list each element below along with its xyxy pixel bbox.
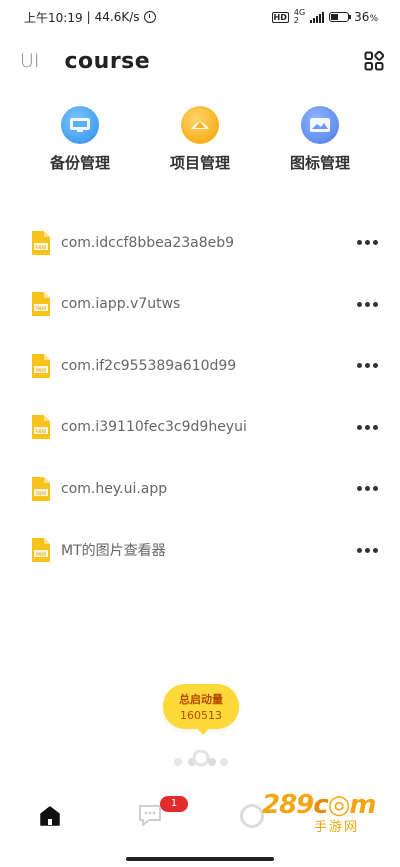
more-icon[interactable] bbox=[357, 301, 378, 307]
mascot-icon bbox=[174, 750, 228, 767]
project-name: com.idccf8bbea23a8eb9 bbox=[61, 234, 235, 251]
launch-counter-bubble[interactable]: 总启动量 160513 bbox=[163, 684, 239, 735]
project-name: com.if2c955389a610d99 bbox=[61, 357, 237, 374]
svg-text:iapp: iapp bbox=[36, 429, 47, 435]
project-name: MT的图片查看器 bbox=[61, 543, 166, 560]
project-name: com.hey.ui.app bbox=[61, 480, 168, 497]
svg-text:iapp: iapp bbox=[36, 244, 47, 250]
message-icon[interactable] bbox=[137, 802, 163, 828]
shortcut-label: 项目管理 bbox=[169, 154, 230, 172]
list-item[interactable]: iapp com.if2c955389a610d99 bbox=[0, 335, 400, 397]
watermark-logo: 289c◎m 手游网 bbox=[262, 790, 392, 840]
image-icon bbox=[301, 106, 339, 144]
status-separator: | bbox=[86, 10, 91, 24]
shortcut-project[interactable]: 项目管理 bbox=[150, 106, 250, 176]
launch-counter-title: 总启动量 bbox=[179, 693, 223, 706]
network-type-bottom: 2 bbox=[293, 16, 299, 25]
svg-text:iapp: iapp bbox=[36, 552, 47, 558]
signal-icon bbox=[310, 11, 325, 23]
shortcut-icon-manager[interactable]: 图标管理 bbox=[270, 106, 370, 176]
list-item[interactable]: iapp com.i39110fec3c9d9heyui bbox=[0, 397, 400, 459]
battery-percent: 36% bbox=[354, 10, 378, 24]
network-speed: 44.6K/s bbox=[94, 10, 140, 24]
shortcut-bar: 备份管理 项目管理 图标管理 bbox=[0, 106, 400, 176]
project-name: com.i39110fec3c9d9heyui bbox=[61, 419, 247, 436]
profile-icon[interactable] bbox=[240, 804, 264, 828]
grid-icon[interactable] bbox=[364, 50, 385, 71]
watermark-bottom: 手游网 bbox=[314, 820, 360, 835]
list-item[interactable]: iapp MT的图片查看器 bbox=[0, 520, 400, 582]
home-icon[interactable] bbox=[38, 804, 62, 828]
shortcut-label: 备份管理 bbox=[49, 154, 110, 172]
file-icon: iapp bbox=[32, 476, 50, 501]
header: UI course bbox=[20, 44, 385, 78]
project-icon bbox=[181, 106, 219, 144]
more-icon[interactable] bbox=[357, 486, 378, 492]
svg-text:iapp: iapp bbox=[36, 306, 47, 312]
hd-badge: HD bbox=[271, 11, 289, 23]
list-item[interactable]: iapp com.idccf8bbea23a8eb9 bbox=[0, 212, 400, 274]
project-name: com.iapp.v7utws bbox=[61, 296, 181, 313]
launch-counter-count: 160513 bbox=[180, 709, 222, 722]
home-indicator[interactable] bbox=[126, 857, 274, 861]
project-list: iapp com.idccf8bbea23a8eb9 iapp com.iapp… bbox=[0, 212, 400, 581]
tab-ui[interactable]: UI bbox=[20, 50, 40, 72]
more-icon[interactable] bbox=[357, 240, 378, 246]
status-right: HD 4G 2 36% bbox=[271, 9, 378, 25]
status-left: 上午10:19 | 44.6K/s bbox=[24, 9, 156, 26]
network-type: 4G 2 bbox=[294, 9, 305, 25]
status-time: 上午10:19 bbox=[24, 10, 83, 25]
list-item[interactable]: iapp com.iapp.v7utws bbox=[0, 274, 400, 336]
more-icon[interactable] bbox=[357, 547, 378, 553]
file-icon: iapp bbox=[32, 415, 50, 440]
file-icon: iapp bbox=[32, 353, 50, 378]
shortcut-label: 图标管理 bbox=[289, 154, 350, 172]
alarm-icon bbox=[143, 11, 156, 23]
list-item[interactable]: iapp com.hey.ui.app bbox=[0, 458, 400, 520]
file-icon: iapp bbox=[32, 230, 50, 255]
tab-course[interactable]: course bbox=[65, 49, 151, 74]
file-icon: iapp bbox=[32, 292, 50, 317]
battery-icon bbox=[329, 12, 352, 22]
more-icon[interactable] bbox=[357, 424, 378, 430]
shortcut-backup[interactable]: 备份管理 bbox=[30, 106, 130, 176]
file-icon: iapp bbox=[32, 538, 50, 563]
svg-text:iapp: iapp bbox=[36, 490, 47, 496]
backup-icon bbox=[61, 106, 99, 144]
status-bar: 上午10:19 | 44.6K/s HD 4G 2 36% bbox=[0, 0, 400, 34]
svg-text:iapp: iapp bbox=[36, 367, 47, 373]
message-badge: 1 bbox=[160, 796, 188, 812]
more-icon[interactable] bbox=[357, 363, 378, 369]
